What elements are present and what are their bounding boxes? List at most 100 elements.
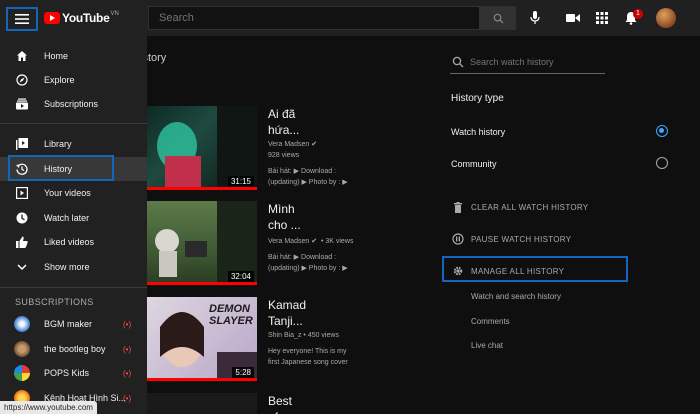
sidebar-item-label: Library <box>44 139 72 149</box>
watch-and-search-history-link[interactable]: Watch and search history <box>471 292 561 301</box>
channel-name[interactable]: Vera Madsen <box>268 238 309 245</box>
channel-avatar <box>14 341 30 357</box>
avatar[interactable] <box>656 8 676 28</box>
search-input[interactable] <box>149 7 479 29</box>
pause-watch-history-button[interactable]: PAUSE WATCH HISTORY <box>451 231 571 247</box>
search-icon <box>493 13 504 24</box>
pause-watch-history-label: PAUSE WATCH HISTORY <box>471 234 572 244</box>
video-title-line1: Mình <box>268 202 295 216</box>
home-icon <box>16 50 28 62</box>
video-title[interactable]: Mình cho ... <box>268 201 301 233</box>
sidebar-item-subscriptions[interactable]: Subscriptions <box>0 92 147 116</box>
pause-icon <box>451 232 465 246</box>
microphone-icon[interactable] <box>525 8 545 28</box>
menu-button[interactable] <box>6 7 38 31</box>
create-video-icon[interactable] <box>563 8 583 28</box>
video-title-line2: hứa... <box>268 123 300 137</box>
highlight-box <box>8 155 114 181</box>
sidebar-item-watch-later[interactable]: Watch later <box>0 206 147 230</box>
comments-link[interactable]: Comments <box>471 317 510 326</box>
video-meta: Vera Madsen ✔ 928 views Bài hát: ▶ Downl… <box>268 139 398 188</box>
sidebar-item-show-more[interactable]: Show more <box>0 255 147 279</box>
search-box[interactable] <box>148 6 480 30</box>
video-duration: 32:04 <box>227 271 254 282</box>
search-button[interactable] <box>480 6 516 30</box>
video-meta: Vera Madsen ✔ • 3K views Bài hát: ▶ Down… <box>268 236 398 274</box>
sidebar-item-liked-videos[interactable]: Liked videos <box>0 230 147 254</box>
community-radio[interactable] <box>656 157 668 169</box>
video-desc-line2: first Japanese song cover <box>268 359 348 366</box>
subscriptions-heading: SUBSCRIPTIONS <box>15 297 94 307</box>
thumbnail-caption: DEMON SLAYER <box>209 303 253 327</box>
video-title-line2: Tanji... <box>268 314 303 328</box>
logo-text: YouTube <box>62 11 110 25</box>
sidebar: YouTube VN Home Explore Subscriptions Li… <box>0 0 147 414</box>
sidebar-item-home[interactable]: Home <box>0 44 147 68</box>
video-title[interactable]: Ai đã hứa... <box>268 106 299 138</box>
video-meta: Shin Bia_z • 450 views Hey everyone! Thi… <box>268 330 398 368</box>
live-icon: (•) <box>123 319 132 329</box>
watch-later-icon <box>16 212 28 224</box>
sidebar-item-label: Your videos <box>44 188 91 198</box>
channel-name[interactable]: Vera Madsen <box>268 141 309 148</box>
sidebar-item-label: Explore <box>44 75 75 85</box>
video-duration: 5:28 <box>232 367 254 378</box>
live-icon: (•) <box>123 368 132 378</box>
video-thumbnail[interactable]: DEMON SLAYER 5:28 <box>147 297 257 381</box>
subscriptions-icon <box>16 98 28 110</box>
video-title-line2: cho ... <box>268 218 301 232</box>
youtube-logo[interactable]: YouTube VN <box>44 11 119 25</box>
sidebar-item-explore[interactable]: Explore <box>0 68 147 92</box>
hamburger-menu-icon <box>15 14 29 24</box>
verified-icon: ✔ <box>311 238 318 245</box>
subscription-item[interactable]: POPS Kids (•) <box>0 361 147 385</box>
explore-icon <box>16 74 28 86</box>
subscription-item[interactable]: the bootleg boy (•) <box>0 337 147 361</box>
video-title[interactable]: Best of <box>268 393 292 414</box>
clear-all-watch-history-button[interactable]: CLEAR ALL WATCH HISTORY <box>451 199 588 215</box>
video-desc-line1: Bài hát: ▶ Download : <box>268 254 337 261</box>
subscription-name: the bootleg boy <box>44 344 106 354</box>
subscription-item[interactable]: BGM maker (•) <box>0 312 147 336</box>
clear-all-watch-history-label: CLEAR ALL WATCH HISTORY <box>471 202 589 212</box>
video-desc-line1: Bài hát: ▶ Download : <box>268 168 337 175</box>
video-desc-line2: (updating) ▶ Photo by : ▶ <box>268 179 348 186</box>
subscription-name: BGM maker <box>44 319 93 329</box>
watch-history-search-input[interactable] <box>470 54 600 70</box>
watch-history-radio[interactable] <box>656 125 668 137</box>
your-videos-icon <box>16 187 28 199</box>
logo-region: VN <box>110 11 119 17</box>
status-bar-url: https://www.youtube.com <box>0 401 97 414</box>
view-count: 928 views <box>268 152 300 159</box>
channel-name[interactable]: Shin Bia_z <box>268 332 301 339</box>
option-community-label[interactable]: Community <box>451 159 497 169</box>
channel-avatar <box>14 316 30 332</box>
library-icon <box>16 138 28 150</box>
live-icon: (•) <box>123 393 132 403</box>
sidebar-item-your-videos[interactable]: Your videos <box>0 181 147 205</box>
live-icon: (•) <box>123 344 132 354</box>
sidebar-item-library[interactable]: Library <box>0 132 147 156</box>
video-thumbnail[interactable]: 32:04 <box>147 201 257 285</box>
live-chat-link[interactable]: Live chat <box>471 341 503 350</box>
watch-progress <box>147 378 257 381</box>
video-title-line1: Kamad <box>268 298 307 312</box>
video-desc-line1: Hey everyone! This is my <box>268 348 347 355</box>
video-title[interactable]: Kamad Tanji... <box>268 297 306 329</box>
option-watch-history-label[interactable]: Watch history <box>451 127 505 137</box>
view-count: 450 views <box>307 332 339 339</box>
sidebar-item-label: Home <box>44 51 69 61</box>
sidebar-divider <box>0 123 147 124</box>
sidebar-header: YouTube VN <box>0 0 147 36</box>
verified-icon: ✔ <box>311 141 318 148</box>
video-thumbnail[interactable] <box>147 393 257 414</box>
apps-icon[interactable] <box>592 8 612 28</box>
watch-progress <box>147 187 257 190</box>
trash-icon <box>451 200 465 214</box>
video-thumbnail[interactable]: 31:15 <box>147 106 257 190</box>
highlight-box <box>442 256 628 282</box>
video-title-line1: Ai đã <box>268 107 296 121</box>
watch-history-search[interactable] <box>450 52 605 74</box>
history-type-heading: History type <box>451 93 504 104</box>
view-count: 3K views <box>325 238 354 245</box>
